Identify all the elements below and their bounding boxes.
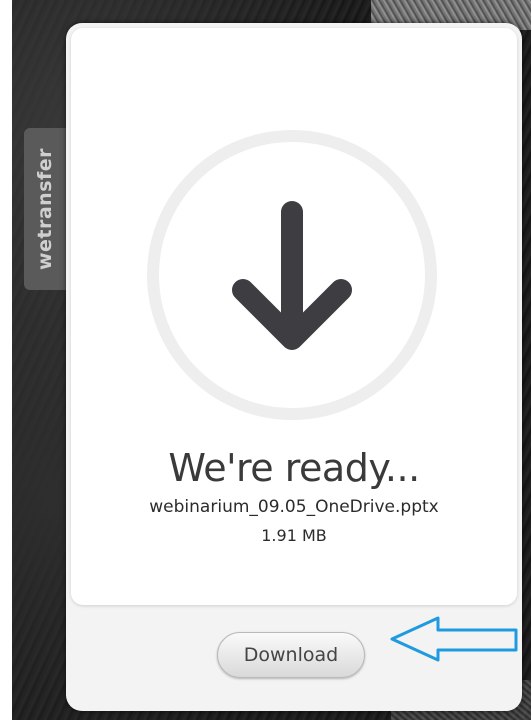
outline-arrow-left-icon — [390, 616, 518, 662]
background: wetransfer We're ready... webinarium_09.… — [0, 0, 531, 720]
download-button[interactable]: Download — [217, 632, 365, 678]
download-panel: We're ready... webinarium_09.05_OneDrive… — [66, 23, 522, 711]
wetransfer-side-tab[interactable]: wetransfer — [24, 128, 66, 290]
transfer-card: We're ready... webinarium_09.05_OneDrive… — [71, 28, 517, 605]
status-title: We're ready... — [168, 446, 420, 490]
wetransfer-logo-label: wetransfer — [34, 147, 57, 271]
file-size: 1.91 MB — [261, 526, 327, 545]
download-arrow-icon — [232, 201, 352, 350]
file-name: webinarium_09.05_OneDrive.pptx — [149, 497, 439, 517]
left-window-edge — [0, 0, 12, 720]
